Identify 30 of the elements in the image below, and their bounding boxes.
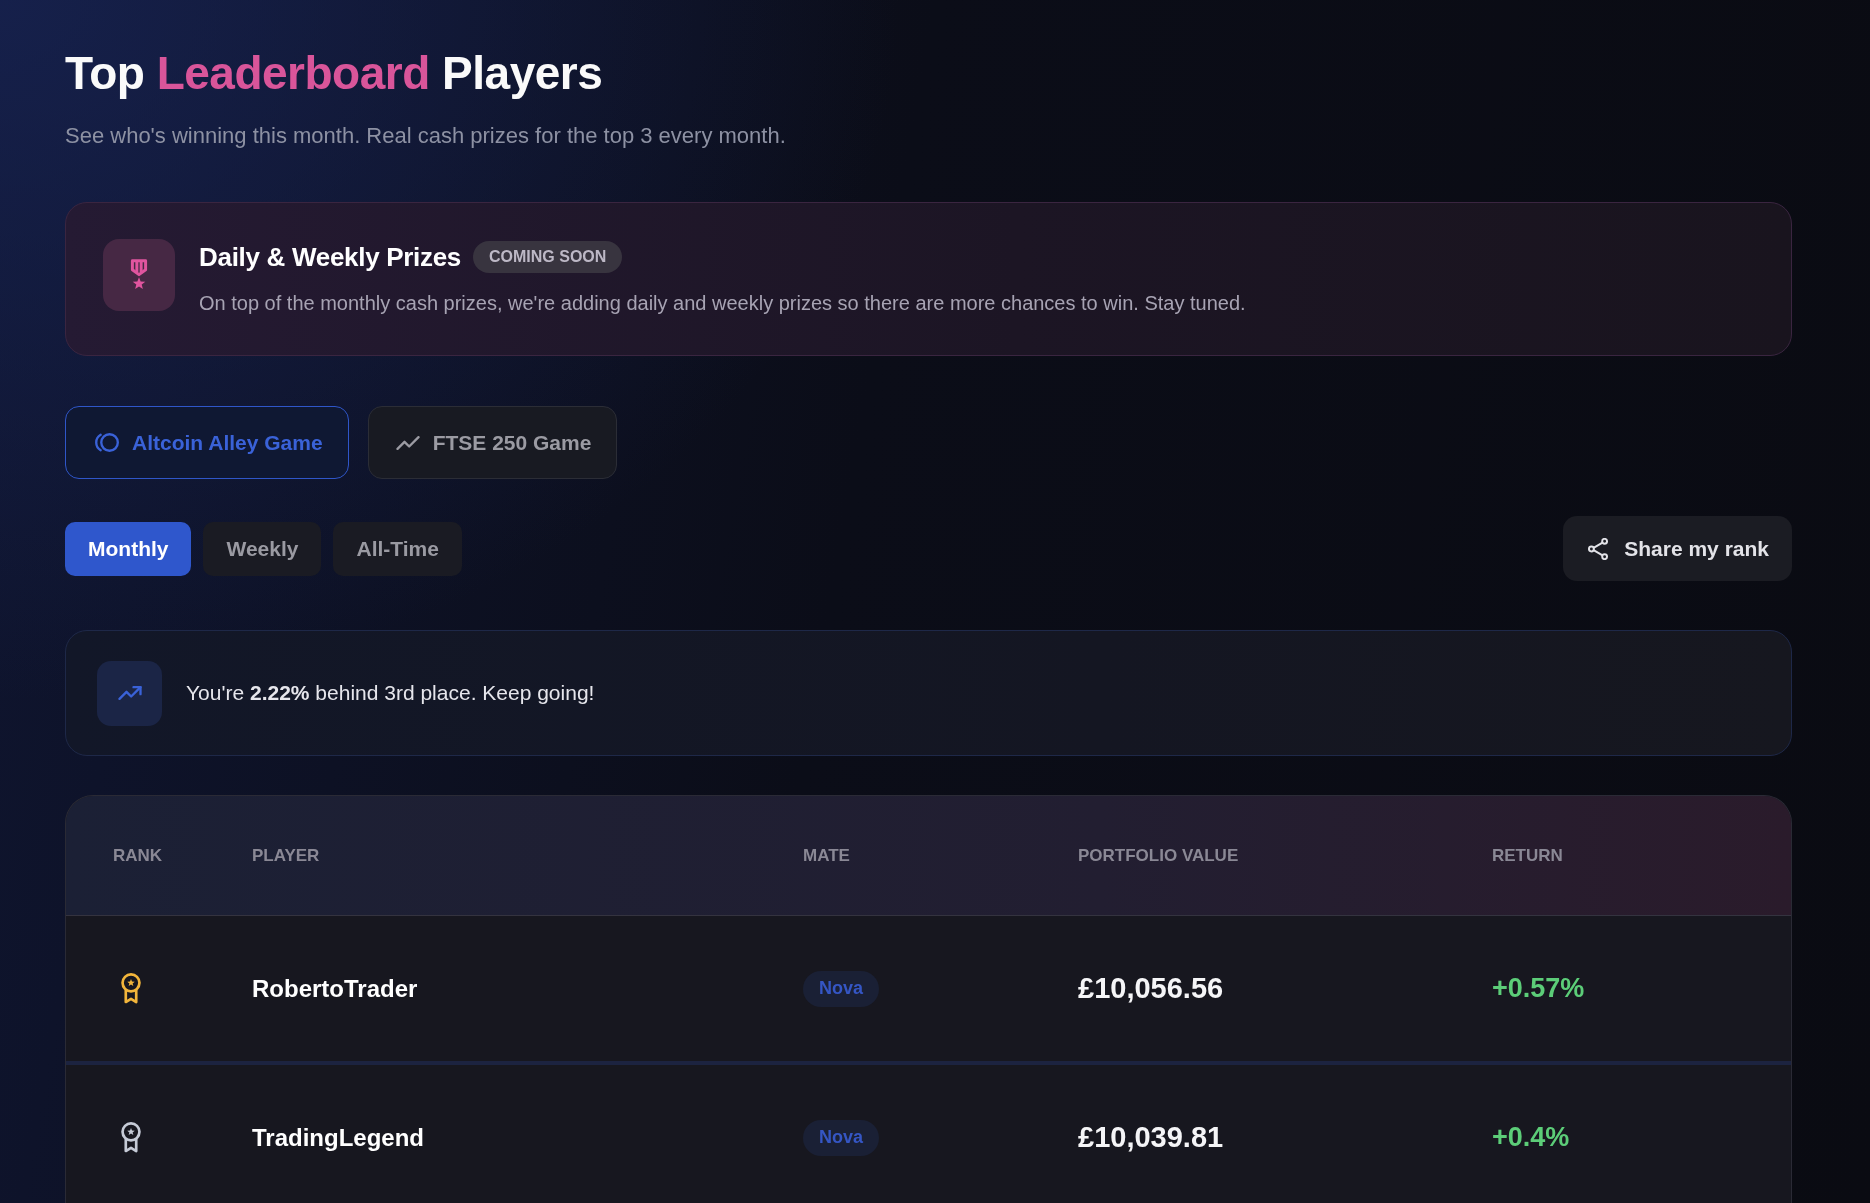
share-icon: [1588, 537, 1609, 560]
period-tab[interactable]: All-Time: [333, 521, 462, 576]
page-title: Top Leaderboard Players: [65, 46, 604, 101]
player-name: RobertoTrader: [252, 974, 418, 1003]
period-tab[interactable]: Monthly: [65, 521, 192, 576]
trend-line-icon: [395, 435, 420, 450]
banner-description: On top of the monthly cash prizes, we're adding daily and weekly prizes so there are more chances to win. Stay tuned.: [199, 291, 1246, 316]
trend-up-icon: [97, 660, 162, 726]
coming-soon-badge: COMING SOON: [473, 241, 623, 273]
column-header: RETURN: [1492, 845, 1563, 866]
banner-title: Daily & Weekly Prizes: [199, 241, 462, 273]
column-header: RANK: [113, 845, 163, 866]
page-subtitle: See who's winning this month. Real cash prizes for the top 3 every month.: [65, 122, 787, 150]
game-tab[interactable]: FTSE 250 Game: [367, 406, 618, 479]
mate-badge: Nova: [803, 970, 879, 1007]
portfolio-value: £10,056.56: [1078, 972, 1224, 1005]
return-value: +0.57%: [1492, 973, 1585, 1004]
notice-text: You're 2.22% behind 3rd place. Keep going!: [186, 681, 595, 705]
medal-icon: [103, 239, 175, 311]
column-header: MATE: [803, 845, 850, 866]
mate-badge: Nova: [803, 1119, 879, 1156]
player-name: TradingLegend: [252, 1123, 424, 1152]
coins-icon: [93, 433, 119, 452]
share-button[interactable]: Share my rank: [1563, 516, 1792, 581]
column-header: PLAYER: [252, 845, 320, 866]
return-value: +0.4%: [1492, 1122, 1570, 1153]
game-tab[interactable]: Altcoin Alley Game: [65, 406, 349, 479]
period-tab[interactable]: Weekly: [203, 521, 322, 576]
portfolio-value: £10,039.81: [1078, 1121, 1224, 1154]
column-header: PORTFOLIO VALUE: [1078, 845, 1239, 866]
